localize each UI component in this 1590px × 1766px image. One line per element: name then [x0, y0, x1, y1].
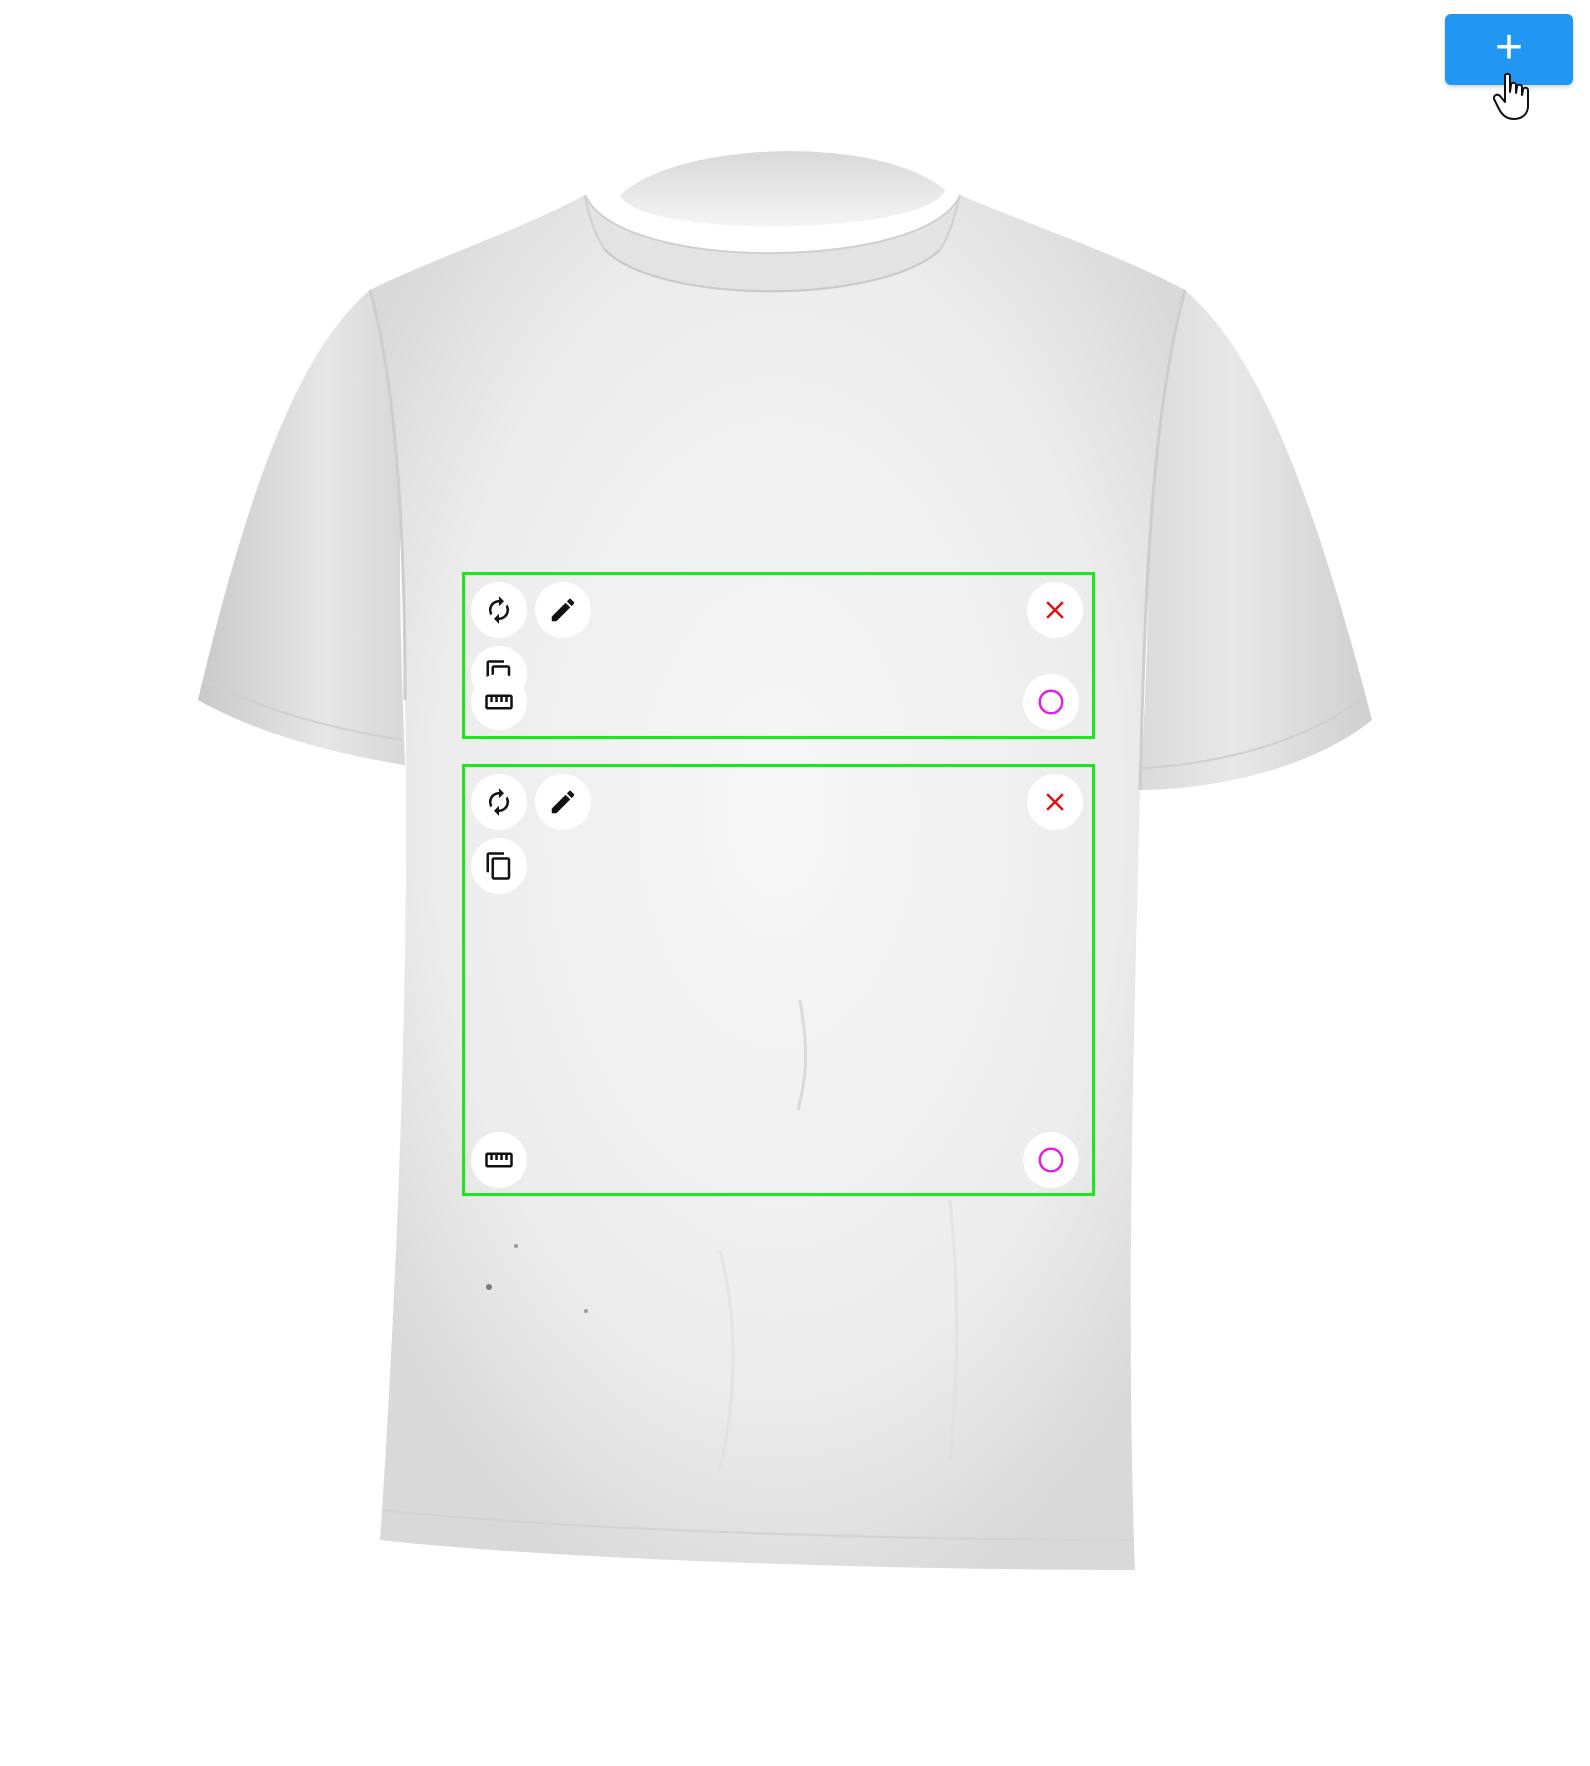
edit-button[interactable]	[535, 582, 591, 638]
shape-button[interactable]	[1023, 1132, 1079, 1188]
close-icon	[1046, 601, 1064, 619]
close-icon	[1046, 793, 1064, 811]
edit-pencil-icon	[551, 790, 575, 814]
copy-icon	[486, 852, 511, 880]
ruler-icon	[485, 1152, 513, 1168]
shape-button[interactable]	[1023, 674, 1079, 730]
plus-icon: +	[1494, 20, 1524, 74]
remove-button[interactable]	[1027, 774, 1083, 830]
ruler-icon	[485, 694, 513, 710]
circle-icon	[1038, 689, 1064, 715]
resize-button[interactable]	[471, 1132, 527, 1188]
rotate-button[interactable]	[471, 774, 527, 830]
remove-button[interactable]	[1027, 582, 1083, 638]
rotate-icon	[489, 596, 509, 624]
rotate-button[interactable]	[471, 582, 527, 638]
resize-button[interactable]	[471, 674, 527, 730]
duplicate-button[interactable]	[471, 838, 527, 894]
edit-button[interactable]	[535, 774, 591, 830]
edit-pencil-icon	[551, 598, 575, 622]
circle-icon	[1038, 1147, 1064, 1173]
hand-pointer-cursor-icon	[1493, 72, 1529, 120]
rotate-icon	[489, 788, 509, 816]
design-canvas: +	[0, 0, 1590, 1766]
